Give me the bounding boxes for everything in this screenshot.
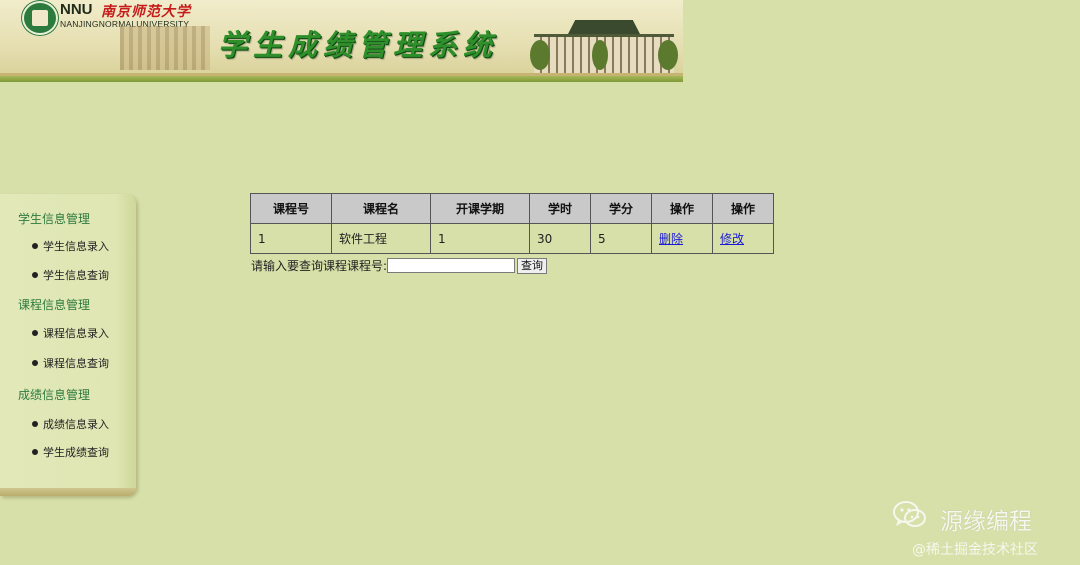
sidebar-item-student-query[interactable]: 学生信息查询 <box>32 267 109 283</box>
bullet-icon <box>32 421 38 427</box>
sidebar-item-label: 学生信息录入 <box>43 240 109 253</box>
sidebar: 学生信息管理 学生信息录入 学生信息查询 课程信息管理 课程信息录入 课程信息查… <box>0 194 136 496</box>
cell-course-name: 软件工程 <box>331 223 431 254</box>
banner-stripe <box>0 76 683 82</box>
cell-semester: 1 <box>430 223 530 254</box>
sidebar-item-label: 课程信息查询 <box>43 357 109 370</box>
column-header-course-id: 课程号 <box>250 193 332 224</box>
sidebar-section-student: 学生信息管理 <box>18 212 91 226</box>
column-header-course-name: 课程名 <box>331 193 431 224</box>
bullet-icon <box>32 243 38 249</box>
watermark-title: 源缘编程 <box>940 509 1032 535</box>
bullet-icon <box>32 272 38 278</box>
cell-edit: 修改 <box>712 223 774 254</box>
campus-building-image <box>120 26 210 70</box>
sidebar-item-label: 课程信息录入 <box>43 327 109 340</box>
university-emblem-icon <box>22 1 58 35</box>
course-table: 课程号 课程名 开课学期 学时 学分 操作 操作 1 软件工程 1 30 5 删… <box>250 193 774 254</box>
sidebar-item-label: 成绩信息录入 <box>43 418 109 431</box>
sidebar-item-grade-query[interactable]: 学生成绩查询 <box>32 444 109 460</box>
delete-link[interactable]: 删除 <box>659 232 683 246</box>
bullet-icon <box>32 330 38 336</box>
cell-credits: 5 <box>590 223 652 254</box>
edit-link[interactable]: 修改 <box>720 232 744 246</box>
system-title: 学生成绩管理系统 <box>218 28 499 62</box>
bullet-icon <box>32 449 38 455</box>
logo-chinese-name: 南京师范大学 <box>101 4 191 20</box>
header-banner: NNU 南京师范大学 NANJINGNORMALUNIVERSITY 学生成绩管… <box>0 0 683 82</box>
cell-course-id: 1 <box>250 223 332 254</box>
column-header-hours: 学时 <box>529 193 591 224</box>
cell-hours: 30 <box>529 223 591 254</box>
sidebar-item-label: 学生成绩查询 <box>43 446 109 459</box>
sidebar-section-grade: 成绩信息管理 <box>18 388 91 402</box>
course-search-form: 请输入要查询课程课程号: 查询 <box>251 257 548 274</box>
table-row: 1 软件工程 1 30 5 删除 修改 <box>250 223 774 254</box>
column-header-credits: 学分 <box>590 193 652 224</box>
sidebar-section-course: 课程信息管理 <box>18 298 91 312</box>
sidebar-item-label: 学生信息查询 <box>43 269 109 282</box>
search-button[interactable]: 查询 <box>517 257 548 274</box>
sidebar-item-grade-entry[interactable]: 成绩信息录入 <box>32 416 109 432</box>
column-header-action-edit: 操作 <box>712 193 774 224</box>
watermark-source: @稀土掘金技术社区 <box>912 542 1038 558</box>
bullet-icon <box>32 360 38 366</box>
course-id-search-input[interactable] <box>387 258 516 273</box>
table-header-row: 课程号 课程名 开课学期 学时 学分 操作 操作 <box>250 193 774 224</box>
wechat-icon <box>893 501 926 527</box>
search-label: 请输入要查询课程课程号: <box>251 259 388 273</box>
sidebar-item-course-entry[interactable]: 课程信息录入 <box>32 325 109 341</box>
column-header-action-delete: 操作 <box>651 193 713 224</box>
column-header-semester: 开课学期 <box>430 193 530 224</box>
cell-delete: 删除 <box>651 223 713 254</box>
sidebar-item-student-entry[interactable]: 学生信息录入 <box>32 238 109 254</box>
sidebar-item-course-query[interactable]: 课程信息查询 <box>32 355 109 371</box>
logo-abbreviation: NNU <box>60 1 93 18</box>
campus-hall-image <box>530 20 678 74</box>
